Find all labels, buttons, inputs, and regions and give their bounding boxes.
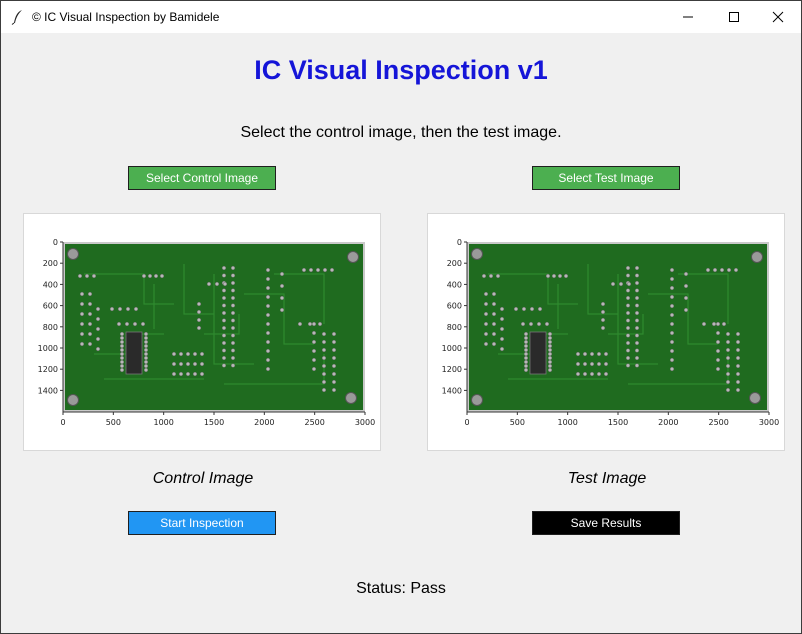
y-tick-label: 1000 [38, 344, 58, 353]
control-image-caption: Control Image [152, 470, 254, 487]
y-tick-label: 800 [43, 323, 58, 332]
x-tick-label: 2000 [254, 418, 274, 427]
close-button[interactable] [755, 1, 801, 33]
y-tick-label: 200 [43, 259, 58, 268]
y-tick-label: 600 [447, 302, 462, 311]
ic-chip [529, 331, 547, 375]
y-tick-label: 0 [457, 238, 462, 247]
x-tick-label: 1500 [608, 418, 628, 427]
x-tick-label: 500 [510, 418, 525, 427]
select-control-image-button[interactable]: Select Control Image [128, 166, 276, 190]
close-icon [772, 11, 784, 23]
select-test-image-button[interactable]: Select Test Image [532, 166, 680, 190]
x-tick-label: 2500 [708, 418, 728, 427]
y-tick-label: 600 [43, 302, 58, 311]
y-tick-label: 1200 [442, 365, 462, 374]
status-text: Status: Pass [356, 580, 446, 597]
y-tick-label: 400 [447, 280, 462, 289]
x-tick-label: 0 [60, 418, 65, 427]
maximize-button[interactable] [711, 1, 757, 33]
mounting-hole [345, 392, 357, 404]
y-tick-label: 1400 [38, 386, 58, 395]
mounting-hole [751, 251, 763, 263]
y-tick-label: 1000 [442, 344, 462, 353]
title-bar[interactable]: © IC Visual Inspection by Bamidele [1, 1, 801, 33]
maximize-icon [729, 12, 739, 22]
mounting-hole [67, 248, 79, 260]
x-tick-label: 2000 [658, 418, 678, 427]
test-image-panel: 0 500 1000 1500 2000 2500 3000 0 200 400 600 800 100… [427, 213, 785, 451]
y-tick-label: 1400 [442, 386, 462, 395]
save-results-button[interactable]: Save Results [532, 511, 680, 535]
minimize-icon [683, 16, 693, 18]
x-tick-label: 0 [464, 418, 469, 427]
y-tick-label: 1200 [38, 365, 58, 374]
feather-icon [11, 10, 22, 25]
start-inspection-button[interactable]: Start Inspection [128, 511, 276, 535]
y-tick-label: 400 [43, 280, 58, 289]
ic-chip [125, 331, 143, 375]
control-image-plot: 0 500 1000 1500 2000 2500 3000 0 200 400 600 800 100… [38, 238, 376, 427]
y-tick-label: 200 [447, 259, 462, 268]
y-tick-label: 800 [447, 323, 462, 332]
mounting-hole [749, 392, 761, 404]
test-image-plot: 0 500 1000 1500 2000 2500 3000 0 200 400 600 800 100… [442, 238, 780, 427]
x-tick-label: 1000 [153, 418, 173, 427]
window-title: © IC Visual Inspection by Bamidele [32, 10, 220, 24]
x-tick-label: 1500 [204, 418, 224, 427]
minimize-button[interactable] [665, 1, 711, 33]
instruction-text: Select the control image, then the test … [240, 124, 562, 141]
app-heading: IC Visual Inspection v1 [254, 55, 548, 85]
test-image-caption: Test Image [567, 470, 647, 487]
x-tick-label: 1000 [557, 418, 577, 427]
mounting-hole [347, 251, 359, 263]
mounting-hole [471, 394, 483, 406]
x-tick-label: 3000 [759, 418, 779, 427]
mounting-hole [67, 394, 79, 406]
x-tick-label: 3000 [355, 418, 375, 427]
app-window: © IC Visual Inspection by Bamidele IC Vi… [0, 0, 802, 634]
control-image-panel: 0 500 1000 1500 2000 2500 3000 0 200 400 600 800 100… [23, 213, 381, 451]
x-tick-label: 500 [106, 418, 121, 427]
mounting-hole [471, 248, 483, 260]
x-tick-label: 2500 [304, 418, 324, 427]
y-tick-label: 0 [53, 238, 58, 247]
